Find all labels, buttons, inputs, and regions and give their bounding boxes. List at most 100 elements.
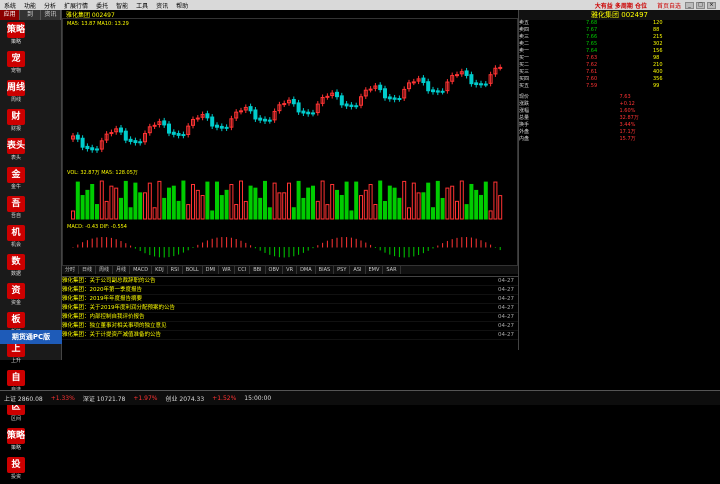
stock-header: 雅化集团 002497 bbox=[519, 10, 720, 20]
candle-body bbox=[120, 128, 123, 132]
minimize-icon[interactable]: _ bbox=[685, 2, 694, 9]
quote-row: 买二7.62210 bbox=[519, 62, 720, 69]
macd-bar bbox=[313, 247, 314, 248]
quote-price: 7.60 bbox=[586, 76, 653, 83]
volume-bar bbox=[494, 182, 497, 219]
tab-indicator-8[interactable]: DMI bbox=[203, 266, 220, 274]
tab-indicator-13[interactable]: VR bbox=[283, 266, 297, 274]
volume-bar bbox=[340, 195, 343, 219]
menu-analysis[interactable]: 分析 bbox=[40, 1, 60, 10]
candle-body bbox=[124, 131, 127, 140]
news-row[interactable]: 雅化集团：关于计提资产减值准备的公告04-27 bbox=[62, 331, 518, 340]
menu-smart[interactable]: 智能 bbox=[112, 1, 132, 10]
menu-system[interactable]: 系统 bbox=[0, 1, 20, 10]
tile-icon: 机 bbox=[7, 225, 25, 241]
tile-0[interactable]: 策略策略 bbox=[2, 21, 30, 49]
tab-indicator-10[interactable]: CCI bbox=[235, 266, 250, 274]
tab-indicator-18[interactable]: EMV bbox=[366, 266, 384, 274]
kline-chart[interactable]: MA5: 13.87 MA10: 13.29 VOL: 32.87万 MA5: … bbox=[62, 18, 518, 266]
futures-promo-button[interactable]: 期货通PC版 bbox=[0, 330, 62, 344]
macd-bar bbox=[207, 240, 208, 247]
macd-bar bbox=[457, 238, 458, 248]
tab-indicator-6[interactable]: RSI bbox=[168, 266, 183, 274]
news-row[interactable]: 雅化集团：独立董事对相关事项的独立意见04-27 bbox=[62, 322, 518, 331]
quote-price: 7.64 bbox=[586, 48, 653, 55]
news-row[interactable]: 雅化集团：关于2019年度利润分配预案的公告04-27 bbox=[62, 304, 518, 313]
macd-bar bbox=[389, 247, 390, 255]
tab-indicator-9[interactable]: WR bbox=[219, 266, 234, 274]
tab-indicator-15[interactable]: BIAS bbox=[316, 266, 335, 274]
tile-5[interactable]: 金金牛 bbox=[2, 166, 30, 194]
news-row[interactable]: 雅化集团：内部控制自我评价报告04-27 bbox=[62, 313, 518, 322]
tab-indicator-19[interactable]: SAR bbox=[383, 266, 400, 274]
candle-body bbox=[465, 71, 468, 76]
candle-body bbox=[177, 134, 180, 136]
volume-bar bbox=[163, 198, 166, 219]
tab-indicator-11[interactable]: BBI bbox=[250, 266, 265, 274]
tab-indicator-1[interactable]: 日线 bbox=[79, 266, 96, 274]
menu-news[interactable]: 资讯 bbox=[152, 1, 172, 10]
macd-bar bbox=[317, 245, 318, 247]
tile-icon: 投 bbox=[7, 457, 25, 473]
volume-bar bbox=[288, 183, 291, 219]
tab-indicator-3[interactable]: 月线 bbox=[113, 266, 130, 274]
quote-panel: 雅化集团 002497 卖五7.68120卖四7.6788卖三7.66215卖二… bbox=[518, 10, 720, 350]
volume-bar bbox=[96, 205, 99, 219]
tile-8[interactable]: 数数据 bbox=[2, 253, 30, 281]
news-date: 04-27 bbox=[498, 331, 518, 339]
tile-1[interactable]: 宠宠物 bbox=[2, 50, 30, 78]
news-row[interactable]: 雅化集团：关于公司副总裁辞职的公告04-27 bbox=[62, 277, 518, 286]
candle-body bbox=[345, 104, 348, 106]
tab-indicator-5[interactable]: KDJ bbox=[152, 266, 168, 274]
tile-2[interactable]: 周线周线 bbox=[2, 79, 30, 107]
stat-label: 外盘 bbox=[519, 129, 620, 136]
tab-indicator-7[interactable]: BOLL bbox=[183, 266, 203, 274]
candle-body bbox=[384, 89, 387, 98]
stat-label: 涨幅 bbox=[519, 108, 620, 115]
tile-6[interactable]: 吾吾自 bbox=[2, 195, 30, 223]
quote-price: 7.62 bbox=[586, 62, 653, 69]
volume-bar bbox=[196, 190, 199, 219]
home-favorites[interactable]: 首页自选 bbox=[653, 1, 685, 10]
tab-to[interactable]: 到 bbox=[20, 10, 40, 20]
menu-trade[interactable]: 委托 bbox=[92, 1, 112, 10]
macd-bar bbox=[188, 247, 189, 250]
tab-indicator-0[interactable]: 分时 bbox=[62, 266, 79, 274]
tile-label: 周线 bbox=[2, 96, 30, 103]
tab-indicator-16[interactable]: PSY bbox=[334, 266, 350, 274]
tile-3[interactable]: 财财报 bbox=[2, 108, 30, 136]
quote-vol: 99 bbox=[653, 83, 720, 90]
tile-7[interactable]: 机机会 bbox=[2, 224, 30, 252]
left-sidebar: 应用 到 资讯 策略策略宠宠物周线周线财财报表头表头金金牛吾吾自机机会数数据资资… bbox=[0, 10, 62, 360]
tab-app[interactable]: 应用 bbox=[0, 10, 20, 20]
volume-bar bbox=[86, 190, 89, 219]
tile-11[interactable]: 上上升 bbox=[2, 340, 30, 368]
menu-help[interactable]: 帮助 bbox=[172, 1, 192, 10]
news-row[interactable]: 雅化集团：2020年第一季度报告04-27 bbox=[62, 286, 518, 295]
tab-indicator-17[interactable]: ASI bbox=[350, 266, 365, 274]
maximize-icon[interactable]: □ bbox=[696, 2, 705, 9]
menu-tools[interactable]: 工具 bbox=[132, 1, 152, 10]
volume-bar bbox=[177, 201, 180, 219]
tab-indicator-4[interactable]: MACD bbox=[130, 266, 152, 274]
macd-bar bbox=[365, 243, 366, 248]
ticker-item: 上证 2860.08 bbox=[0, 394, 47, 403]
menu-function[interactable]: 功能 bbox=[20, 1, 40, 10]
menu-extended[interactable]: 扩展行情 bbox=[60, 1, 92, 10]
tab-indicator-12[interactable]: OBV bbox=[266, 266, 284, 274]
macd-bar bbox=[217, 238, 218, 248]
stat-label: 总量 bbox=[519, 115, 620, 122]
tile-14[interactable]: 策略策略 bbox=[2, 427, 30, 455]
tab-indicator-2[interactable]: 周线 bbox=[96, 266, 113, 274]
tab-info[interactable]: 资讯 bbox=[41, 10, 61, 20]
macd-bar bbox=[485, 242, 486, 247]
close-icon[interactable]: × bbox=[707, 2, 716, 9]
quote-label: 卖三 bbox=[519, 34, 586, 41]
tab-indicator-14[interactable]: DMA bbox=[297, 266, 316, 274]
tile-15[interactable]: 投投资 bbox=[2, 456, 30, 484]
candle-body bbox=[302, 111, 305, 113]
news-row[interactable]: 雅化集团：2019年年度报告摘要04-27 bbox=[62, 295, 518, 304]
tile-9[interactable]: 资资金 bbox=[2, 282, 30, 310]
tile-4[interactable]: 表头表头 bbox=[2, 137, 30, 165]
tile-label: 策略 bbox=[2, 444, 30, 451]
